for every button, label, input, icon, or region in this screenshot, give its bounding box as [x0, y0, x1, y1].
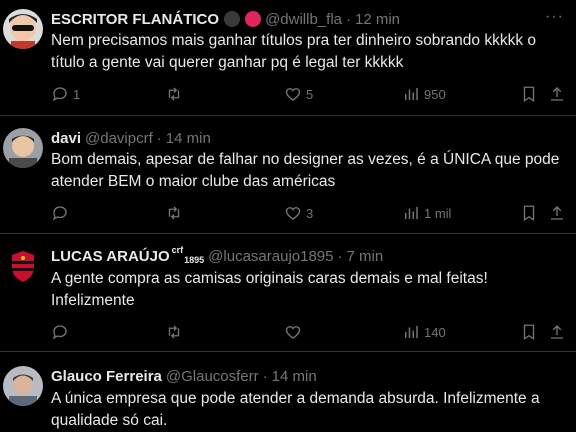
tweet-text-line: Infelizmente	[51, 292, 135, 309]
timestamp[interactable]: 14 min	[272, 368, 317, 385]
view-count: 1 mil	[424, 205, 452, 221]
separator-dot: ·	[262, 367, 268, 385]
reply-icon	[52, 87, 67, 102]
views-button[interactable]: 950	[402, 85, 446, 103]
share-icon	[551, 206, 563, 220]
reply-button[interactable]: 1	[51, 85, 80, 103]
retweet-button[interactable]	[165, 204, 187, 222]
reply-button[interactable]	[51, 323, 73, 341]
bookmark-button[interactable]	[520, 323, 538, 341]
author-name-superscript: crf	[171, 245, 184, 255]
tweet-text-line: atender BEM o maior clube das américas	[51, 173, 336, 190]
tweet-text: Nem precisamos mais ganhar títulos pra t…	[51, 30, 561, 74]
share-icon	[551, 87, 563, 101]
author-handle[interactable]: @davipcrf	[85, 130, 153, 147]
tweet-actions: 140	[51, 323, 571, 343]
share-button[interactable]	[548, 204, 566, 222]
tweet-header: Glauco Ferreira @Glaucosferr · 14 min	[51, 366, 317, 386]
author-name-subscript: 1895	[184, 255, 205, 265]
like-count: 3	[306, 205, 314, 221]
reply-icon	[52, 206, 67, 221]
tweet-header: ESCRITOR FLANÁTICO @dwillb_fla · 12 min	[51, 9, 400, 29]
tweet-header: LUCAS ARAÚJO crf 1895 @lucasaraujo1895 ·…	[51, 245, 383, 266]
view-count: 140	[424, 324, 446, 340]
author-name[interactable]: Glauco Ferreira	[51, 368, 162, 385]
tweet-text-line: Nem precisamos mais ganhar títulos pra t…	[51, 32, 537, 49]
timestamp[interactable]: 14 min	[166, 130, 211, 147]
author-name[interactable]: LUCAS ARAÚJO	[51, 248, 170, 265]
tweet-text-line: A gente compra as camisas originais cara…	[51, 270, 488, 287]
reply-feed: ESCRITOR FLANÁTICO @dwillb_fla · 12 min …	[0, 0, 576, 432]
tweet[interactable]: ESCRITOR FLANÁTICO @dwillb_fla · 12 min …	[0, 0, 576, 116]
more-options-icon[interactable]: ···	[545, 8, 564, 26]
retweet-button[interactable]	[165, 323, 187, 341]
bookmark-button[interactable]	[520, 85, 538, 103]
flamengo-badge-icon	[245, 11, 262, 27]
tweet-text-line: título a gente vai querer ganhar pq é le…	[51, 54, 404, 71]
share-button[interactable]	[548, 85, 566, 103]
tweet[interactable]: davi @davipcrf · 14 min Bom demais, apes…	[0, 116, 576, 234]
tweet-text: Bom demais, apesar de falhar no designer…	[51, 149, 561, 193]
timestamp[interactable]: 7 min	[346, 248, 383, 265]
author-name[interactable]: davi	[51, 130, 81, 147]
avatar[interactable]	[3, 128, 43, 168]
separator-dot: ·	[337, 247, 343, 265]
retweet-button[interactable]	[165, 85, 187, 103]
heart-icon	[285, 207, 301, 220]
views-icon	[405, 207, 418, 219]
bookmark-icon	[523, 324, 535, 341]
tweet-text-line: Bom demais, apesar de falhar no designer…	[51, 151, 560, 168]
view-count: 950	[424, 86, 446, 102]
timestamp[interactable]: 12 min	[355, 11, 400, 28]
avatar[interactable]	[3, 9, 43, 49]
heart-icon	[285, 88, 301, 101]
reply-button[interactable]	[51, 204, 73, 222]
separator-dot: ·	[346, 10, 351, 28]
reply-icon	[52, 325, 67, 340]
share-icon	[551, 325, 563, 339]
views-button[interactable]: 1 mil	[402, 204, 451, 222]
author-name[interactable]: ESCRITOR FLANÁTICO	[51, 11, 219, 28]
like-count: 5	[306, 86, 314, 102]
avatar[interactable]	[3, 246, 43, 286]
separator-dot: ·	[156, 129, 162, 147]
heart-icon	[285, 326, 301, 339]
author-handle[interactable]: @dwillb_fla	[265, 11, 342, 28]
bookmark-icon	[523, 205, 535, 222]
author-handle[interactable]: @Glaucosferr	[166, 368, 259, 385]
avatar[interactable]	[3, 366, 43, 406]
tweet-text: A única empresa que pode atender a deman…	[51, 388, 561, 432]
author-handle[interactable]: @lucasaraujo1895	[208, 248, 333, 265]
like-button[interactable]: 3	[284, 204, 313, 222]
views-icon	[405, 88, 418, 100]
reply-count: 1	[73, 86, 81, 102]
bookmark-button[interactable]	[520, 204, 538, 222]
tweet-text: A gente compra as camisas originais cara…	[51, 268, 561, 312]
retweet-icon	[168, 206, 180, 220]
views-icon	[405, 326, 418, 338]
views-button[interactable]: 140	[402, 323, 446, 341]
retweet-icon	[168, 87, 180, 101]
like-button[interactable]: 5	[284, 85, 313, 103]
tweet-header: davi @davipcrf · 14 min	[51, 128, 211, 148]
tweet-actions: 1 5 950	[51, 85, 571, 105]
tweet[interactable]: LUCAS ARAÚJO crf 1895 @lucasaraujo1895 ·…	[0, 234, 576, 352]
tweet-text-line: A única empresa que pode atender a deman…	[51, 390, 540, 407]
bookmark-icon	[523, 86, 535, 103]
share-button[interactable]	[548, 323, 566, 341]
tweet-text-line: qualidade só cai.	[51, 412, 168, 429]
retweet-icon	[168, 325, 180, 339]
like-button[interactable]	[284, 323, 306, 341]
tweet-actions: 3 1 mil	[51, 204, 571, 224]
tweet[interactable]: Glauco Ferreira @Glaucosferr · 14 min A …	[0, 352, 576, 432]
badge-icon	[224, 11, 241, 27]
